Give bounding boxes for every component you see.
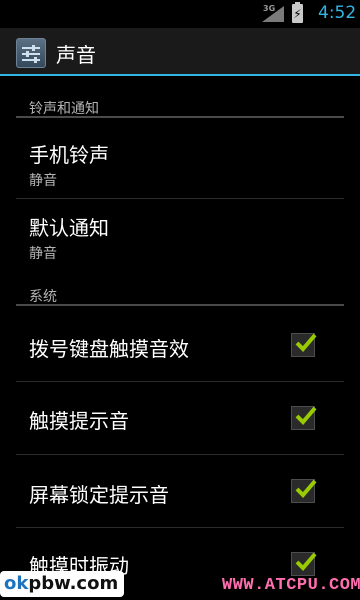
category-system: 系统 (16, 266, 344, 306)
category-divider (16, 116, 344, 118)
watermark-domain: pbw.com (28, 573, 119, 594)
page-title: 声音 (56, 43, 96, 67)
action-bar-accent-line (0, 74, 360, 76)
pref-summary: 静音 (29, 173, 57, 189)
pref-title: 触摸提示音 (29, 409, 129, 433)
pref-title: 拨号键盘触摸音效 (29, 337, 189, 361)
status-clock: 4:52 (318, 3, 357, 23)
category-label: 系统 (29, 289, 57, 305)
settings-sliders-icon[interactable] (16, 38, 46, 68)
pref-summary: 静音 (29, 246, 57, 262)
network-type-label: 3G (263, 4, 276, 13)
watermark-atcpu: WWW.ATCPU.COM (222, 576, 360, 595)
category-label: 铃声和通知 (29, 101, 99, 117)
pref-title: 手机铃声 (29, 143, 109, 167)
touch-sounds-item[interactable]: 触摸提示音 (0, 382, 360, 454)
category-ringtones: 铃声和通知 (16, 78, 344, 118)
screen-lock-sound-item[interactable]: 屏幕锁定提示音 (0, 455, 360, 527)
action-bar: 声音 (0, 28, 360, 76)
dialpad-tones-checkbox[interactable] (291, 333, 317, 357)
screen-lock-sound-checkbox[interactable] (291, 479, 317, 503)
watermark-okpbw: okpbw.com (0, 571, 125, 597)
dialpad-tones-item[interactable]: 拨号键盘触摸音效 (0, 308, 360, 380)
default-notification-item[interactable]: 默认通知 静音 (0, 199, 360, 271)
watermark-ok: ok (4, 573, 29, 594)
touch-sounds-checkbox[interactable] (291, 406, 317, 430)
category-divider (16, 304, 344, 306)
phone-ringtone-item[interactable]: 手机铃声 静音 (0, 126, 360, 198)
pref-title: 屏幕锁定提示音 (29, 483, 169, 507)
checkmark-icon (295, 479, 317, 498)
charging-bolt-icon: ⚡ (293, 7, 302, 21)
pref-title: 默认通知 (29, 216, 109, 240)
checkmark-icon (295, 406, 317, 425)
status-bar: 3G ⚡ 4:52 (0, 0, 360, 28)
checkmark-icon (295, 552, 317, 571)
vibrate-on-touch-checkbox[interactable] (291, 552, 317, 576)
checkmark-icon (295, 333, 317, 352)
